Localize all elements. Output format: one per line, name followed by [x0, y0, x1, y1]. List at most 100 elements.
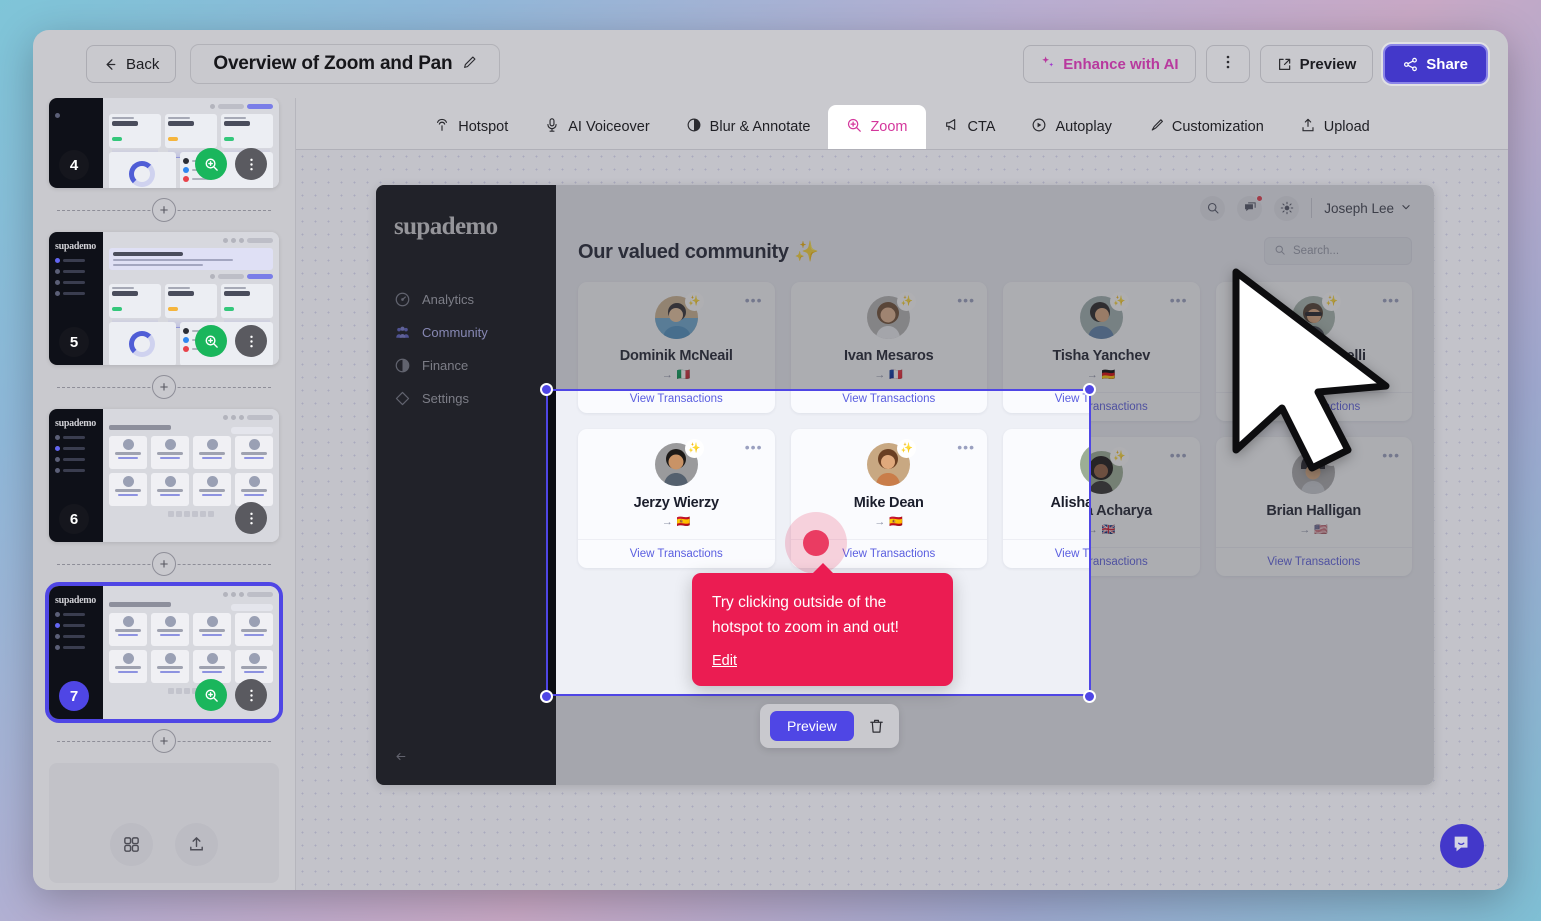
- pagination-page-3[interactable]: 3: [982, 596, 1008, 622]
- avatar: ✨: [1292, 296, 1335, 339]
- step-more-icon[interactable]: [235, 325, 267, 357]
- tab-autoplay[interactable]: Autoplay: [1013, 105, 1129, 149]
- add-step-button[interactable]: +: [152, 729, 176, 753]
- pagination-page-2[interactable]: 2: [956, 596, 982, 622]
- step-thumbnail-5[interactable]: supademo: [49, 232, 279, 365]
- view-transactions-link[interactable]: View Transactions: [578, 547, 775, 576]
- card-kebab-icon[interactable]: •••: [957, 447, 975, 463]
- person-location: →🇫🇷: [801, 368, 978, 381]
- step-preview-button[interactable]: Preview: [770, 711, 854, 741]
- tab-hotspot[interactable]: Hotspot: [416, 105, 526, 149]
- thumb-stat: [165, 284, 217, 318]
- demo-title-box[interactable]: Overview of Zoom and Pan: [190, 44, 500, 84]
- view-transactions-link[interactable]: View Transactions: [791, 392, 988, 421]
- card-kebab-icon[interactable]: •••: [1170, 447, 1188, 463]
- finance-icon: [394, 357, 411, 374]
- card-kebab-icon[interactable]: •••: [1170, 292, 1188, 308]
- steps-sidebar[interactable]: 4 + supademo: [33, 98, 295, 890]
- view-transactions-link[interactable]: View Transactions: [1216, 547, 1413, 576]
- view-transactions-link[interactable]: View Transactions: [1003, 392, 1200, 421]
- selection-handle-top-right[interactable]: [1083, 383, 1096, 396]
- demo-preview-frame[interactable]: supademo Analytics Community: [376, 185, 1434, 785]
- collapse-left-icon[interactable]: [394, 749, 409, 767]
- person-card[interactable]: ••• ✨ Ivan Mesaros →🇫🇷 View Transa: [791, 282, 988, 421]
- back-button[interactable]: Back: [86, 45, 176, 83]
- tab-customization[interactable]: Customization: [1130, 105, 1282, 149]
- add-step-button[interactable]: +: [152, 198, 176, 222]
- person-card[interactable]: ••• ✨ Brian Halligan →🇺🇸 View Tran: [1216, 437, 1413, 576]
- brightness-icon[interactable]: [1274, 196, 1299, 221]
- zoom-in-icon: [846, 117, 862, 137]
- enhance-with-ai-button[interactable]: Enhance with AI: [1023, 45, 1195, 83]
- demo-nav-finance[interactable]: Finance: [376, 349, 556, 382]
- step-thumbnail-7[interactable]: supademo: [49, 586, 279, 719]
- trash-icon[interactable]: [864, 717, 889, 736]
- step-zoom-icon[interactable]: [195, 325, 227, 357]
- step-thumbnail-4[interactable]: 4: [49, 98, 279, 188]
- step-number-badge: 5: [59, 327, 89, 357]
- selection-handle-top-left[interactable]: [540, 383, 553, 396]
- play-circle-icon: [1031, 117, 1047, 137]
- person-card[interactable]: ••• ✨ Alisha Acharya →🇬🇧 View Tran: [1003, 437, 1200, 576]
- tab-upload[interactable]: Upload: [1282, 105, 1388, 149]
- pagination-next[interactable]: ›: [1065, 596, 1091, 622]
- tab-label: Hotspot: [458, 119, 508, 135]
- card-kebab-icon[interactable]: •••: [1382, 292, 1400, 308]
- hotspot-callout[interactable]: Try clicking outside of the hotspot to z…: [692, 573, 953, 686]
- tab-label: AI Voiceover: [568, 119, 649, 135]
- step-zoom-icon[interactable]: [195, 148, 227, 180]
- demo-nav-analytics[interactable]: Analytics: [376, 283, 556, 316]
- view-transactions-link[interactable]: View Transactions: [1003, 547, 1200, 576]
- demo-nav-community[interactable]: Community: [376, 316, 556, 349]
- search-icon[interactable]: [1200, 196, 1225, 221]
- step-thumbnail-6[interactable]: supademo: [49, 409, 279, 542]
- editor-pane: Hotspot AI Voiceover Blur & Annotate: [295, 98, 1508, 890]
- step-more-icon[interactable]: [235, 148, 267, 180]
- tab-blur-annotate[interactable]: Blur & Annotate: [668, 105, 829, 149]
- person-card[interactable]: ••• ✨ Jerzy Wierzy →🇪🇸 View Transa: [578, 437, 775, 576]
- callout-edit-link[interactable]: Edit: [712, 653, 737, 669]
- add-step-button[interactable]: +: [152, 375, 176, 399]
- step-more-icon[interactable]: [235, 679, 267, 711]
- callout-text: Try clicking outside of the hotspot to z…: [712, 591, 933, 641]
- thumb-stat: [109, 284, 161, 318]
- upload-icon[interactable]: [175, 823, 218, 866]
- person-card[interactable]: ••• ✨ Dominik McNeail →🇮🇹 View Tra: [578, 282, 775, 421]
- pencil-icon[interactable]: [462, 55, 477, 74]
- share-button[interactable]: Share: [1383, 44, 1488, 84]
- tab-cta[interactable]: CTA: [926, 105, 1014, 149]
- more-options-button[interactable]: [1206, 45, 1250, 83]
- pagination-page-9[interactable]: 9: [1034, 596, 1060, 622]
- demo-search-placeholder: Search...: [1293, 245, 1339, 257]
- intercom-chat-button[interactable]: [1440, 824, 1484, 868]
- card-kebab-icon[interactable]: •••: [957, 292, 975, 308]
- person-name: Alisha Acharya: [1013, 503, 1190, 519]
- add-step-button[interactable]: +: [152, 552, 176, 576]
- view-transactions-link[interactable]: View Transactions: [578, 392, 775, 421]
- card-kebab-icon[interactable]: •••: [1382, 447, 1400, 463]
- chat-icon[interactable]: [1237, 196, 1262, 221]
- share-label: Share: [1426, 56, 1468, 73]
- selection-handle-bottom-right[interactable]: [1083, 690, 1096, 703]
- editor-canvas[interactable]: supademo Analytics Community: [296, 150, 1508, 890]
- card-kebab-icon[interactable]: •••: [745, 292, 763, 308]
- notification-badge: [1256, 195, 1263, 202]
- demo-user-menu[interactable]: Joseph Lee: [1324, 201, 1412, 216]
- preview-button[interactable]: Preview: [1260, 45, 1374, 83]
- step-zoom-icon[interactable]: [195, 679, 227, 711]
- step-more-icon[interactable]: [235, 502, 267, 534]
- share-icon: [1403, 57, 1418, 72]
- thumb-logo: supademo: [55, 241, 97, 252]
- person-card[interactable]: ••• ✨ Tisha Yanchev →🇩🇪 View Trans: [1003, 282, 1200, 421]
- tab-ai-voiceover[interactable]: AI Voiceover: [526, 105, 667, 149]
- tab-zoom[interactable]: Zoom: [828, 105, 925, 149]
- grid-templates-icon[interactable]: [110, 823, 153, 866]
- view-transactions-link[interactable]: View Transactions: [1216, 392, 1413, 421]
- demo-nav-settings[interactable]: Settings: [376, 382, 556, 415]
- selection-handle-bottom-left[interactable]: [540, 690, 553, 703]
- demo-main: Joseph Lee Our valued community ✨: [556, 185, 1434, 785]
- card-kebab-icon[interactable]: •••: [745, 447, 763, 463]
- demo-nav-label: Finance: [422, 358, 468, 373]
- person-card[interactable]: ••• ✨ Sergio Gonnelli →🇮🇹 View Tra: [1216, 282, 1413, 421]
- demo-search-box[interactable]: Search...: [1264, 237, 1412, 265]
